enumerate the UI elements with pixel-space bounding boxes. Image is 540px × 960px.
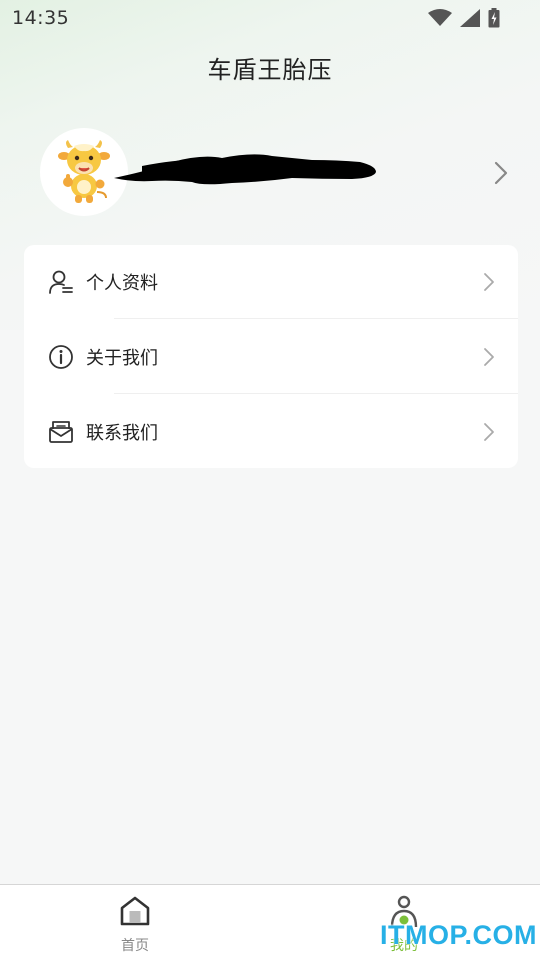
nav-tab-home[interactable]: 首页 bbox=[95, 885, 175, 960]
menu-item-profile[interactable]: 个人资料 bbox=[24, 245, 518, 319]
home-icon bbox=[120, 896, 150, 926]
watermark: ITMOP.COM bbox=[380, 920, 538, 950]
chevron-right-icon bbox=[484, 422, 494, 441]
profile-chevron-right-icon[interactable] bbox=[492, 160, 510, 186]
status-bar: 14:35 bbox=[0, 0, 540, 36]
nav-label: 首页 bbox=[121, 938, 149, 954]
redacted-username bbox=[114, 154, 376, 185]
profile-icon bbox=[48, 269, 74, 295]
mail-icon bbox=[48, 419, 74, 445]
page-title: 车盾王胎压 bbox=[207, 56, 333, 84]
menu-card: 个人资料 关于我们 联系我们 bbox=[24, 245, 518, 468]
menu-item-label: 个人资料 bbox=[86, 273, 158, 294]
cow-mascot-avatar bbox=[58, 140, 110, 203]
status-time: 14:35 bbox=[12, 7, 70, 29]
chevron-right-icon bbox=[484, 347, 494, 366]
menu-item-label: 关于我们 bbox=[86, 347, 158, 369]
menu-item-contact[interactable]: 联系我们 bbox=[24, 394, 518, 468]
info-icon bbox=[48, 344, 74, 370]
wifi-icon bbox=[428, 9, 452, 26]
chevron-right-icon bbox=[484, 273, 494, 291]
status-icons bbox=[428, 8, 500, 28]
battery-charging-icon bbox=[488, 8, 500, 28]
signal-icon bbox=[460, 9, 480, 27]
menu-item-about[interactable]: 关于我们 bbox=[24, 319, 518, 394]
menu-item-label: 联系我们 bbox=[86, 422, 158, 444]
